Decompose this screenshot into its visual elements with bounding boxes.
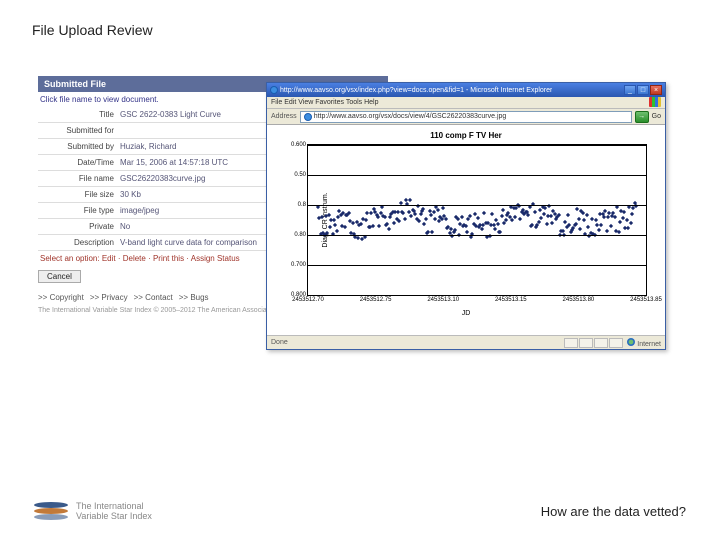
- y-tick: 0.8: [298, 202, 308, 208]
- footer-link[interactable]: >> Copyright: [38, 293, 84, 302]
- page-title: File Upload Review: [32, 22, 153, 38]
- footer-question: How are the data vetted?: [541, 504, 686, 519]
- ie-menu-items[interactable]: File Edit View Favorites Tools Help: [271, 97, 379, 108]
- form-label: Title: [38, 110, 120, 119]
- form-label: Date/Time: [38, 158, 120, 167]
- brand: The International Variable Star Index: [34, 500, 152, 522]
- x-tick: 2453512.75: [360, 295, 392, 303]
- ie-titlebar[interactable]: http://www.aavso.org/vsx/index.php?view=…: [267, 83, 665, 97]
- form-label: File size: [38, 190, 120, 199]
- chart-xlabel: JD: [277, 310, 655, 317]
- x-tick: 2453513.10: [427, 295, 459, 303]
- y-tick: 0.700: [291, 262, 308, 268]
- address-field[interactable]: http://www.aavso.org/vsx/docs/view/4/GSC…: [300, 111, 632, 123]
- x-tick: 2453513.80: [563, 295, 595, 303]
- minimize-button[interactable]: _: [624, 85, 636, 95]
- ie-address-bar: Address http://www.aavso.org/vsx/docs/vi…: [267, 109, 665, 125]
- footer-link[interactable]: >> Privacy: [90, 293, 128, 302]
- ie-title: http://www.aavso.org/vsx/index.php?view=…: [280, 87, 552, 94]
- cancel-button[interactable]: Cancel: [38, 270, 81, 283]
- x-tick: 2453513.15: [495, 295, 527, 303]
- go-label: Go: [652, 113, 661, 120]
- form-label: Submitted for: [38, 126, 120, 135]
- form-label: Description: [38, 238, 120, 247]
- x-tick: 2453512.70: [292, 295, 324, 303]
- maximize-button[interactable]: □: [637, 85, 649, 95]
- form-label: Submitted by: [38, 142, 120, 151]
- status-left: Done: [271, 339, 288, 346]
- form-label: Private: [38, 222, 120, 231]
- footer-link[interactable]: >> Bugs: [179, 293, 209, 302]
- ie-menubar[interactable]: File Edit View Favorites Tools Help: [267, 97, 665, 109]
- y-tick: 0.600: [291, 142, 308, 148]
- chart-title: 110 comp F TV Her: [277, 131, 655, 140]
- ie-icon: [270, 86, 278, 94]
- y-tick: 0.80: [294, 232, 308, 238]
- ie-window: http://www.aavso.org/vsx/index.php?view=…: [266, 82, 666, 350]
- page-footer: The International Variable Star Index Ho…: [0, 500, 720, 522]
- form-label: File type: [38, 206, 120, 215]
- ie-statusbar: Done Internet: [267, 335, 665, 349]
- close-button[interactable]: ×: [650, 85, 662, 95]
- address-label: Address: [271, 113, 297, 120]
- x-tick: 2453513.85: [630, 295, 662, 303]
- go-button[interactable]: →: [635, 111, 649, 123]
- status-right: Internet: [637, 341, 661, 348]
- form-label: File name: [38, 174, 120, 183]
- footer-link[interactable]: >> Contact: [134, 293, 173, 302]
- y-tick: 0.50: [294, 172, 308, 178]
- windows-logo-icon: [649, 97, 661, 107]
- brand-line1: The International: [76, 501, 152, 511]
- page-icon: [304, 113, 312, 121]
- brand-logo-icon: [34, 500, 68, 522]
- globe-icon: [627, 338, 635, 346]
- ie-body: 110 comp F TV Her Diag. CR instrum. 0.60…: [267, 125, 665, 335]
- chart: 110 comp F TV Her Diag. CR instrum. 0.60…: [277, 131, 655, 329]
- brand-line2: Variable Star Index: [76, 511, 152, 521]
- chart-plot: Diag. CR instrum. 0.6000.500.80.800.7000…: [307, 144, 647, 296]
